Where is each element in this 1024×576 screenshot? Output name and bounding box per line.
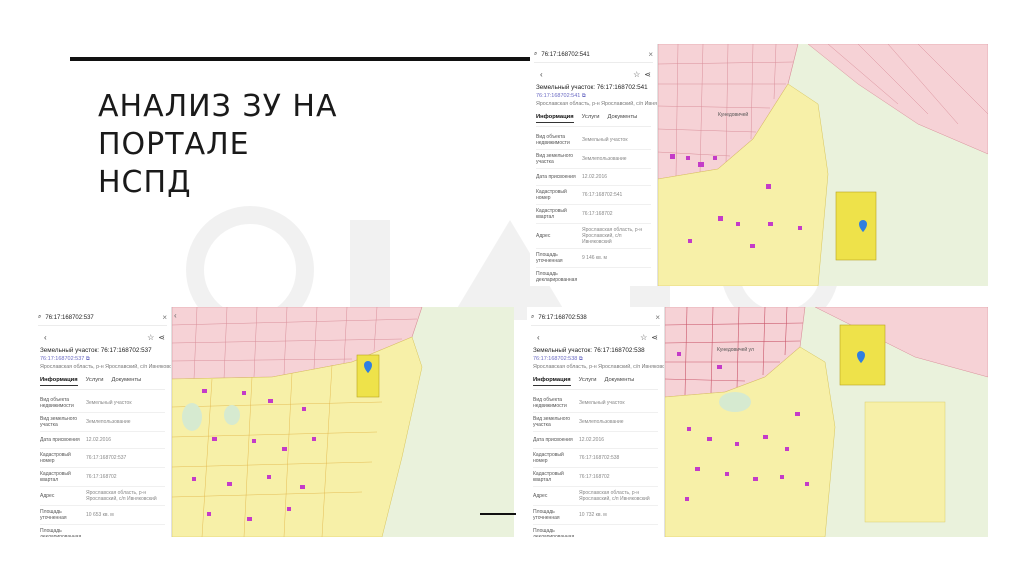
map-canvas[interactable] [172,307,514,537]
share-icon[interactable]: ⋖ [651,333,658,342]
table-row: Дата присвоения 12.02.2016 [536,169,651,186]
chevron-left-icon[interactable]: ‹ [174,311,177,320]
tab-documents[interactable]: Документы [604,377,634,386]
slide-title-line: АНАЛИЗ ЗУ НА [98,89,338,124]
slide-title: АНАЛИЗ ЗУ НА ПОРТАЛЕ НСПД [98,88,428,202]
nspd-screenshot-538: ⌕ 76:17:168702:538 × ‹ ☆ ⋖ Земельный уча… [527,307,988,537]
share-icon[interactable]: ⋖ [158,333,165,342]
table-row: Вид земельного участка Землепользование [533,413,658,432]
table-row: Кадастровый номер 76:17:168702:541 [536,186,651,205]
parcel-number-link[interactable]: 76:17:168702:541 ⧉ [536,93,651,100]
table-row: Кадастровый квартал 76:17:168702 [40,468,165,487]
map-canvas[interactable]: Кунедовичей ул [665,307,988,537]
share-icon[interactable]: ⋖ [644,70,651,79]
attribute-table: Вид объекта недвижимости Земельный участо… [40,394,165,537]
table-row: Вид объекта недвижимости Земельный участо… [533,394,658,413]
search-input[interactable]: 76:17:168702:538 [538,315,651,321]
tab-info[interactable]: Информация [536,114,574,123]
close-icon[interactable]: × [162,313,167,322]
table-row: Вид объекта недвижимости Земельный участо… [40,394,165,413]
panel-toolbar: ‹ ☆ ⋖ [533,330,658,344]
table-row: Кадастровый квартал 76:17:168702 [536,205,651,224]
tab-documents[interactable]: Документы [111,377,141,386]
parcel-info-panel: ⌕ 76:17:168702:537 × ‹ ☆ ⋖ Земельный уча… [34,307,172,537]
parcel-info-panel: ⌕ 76:17:168702:541 × ‹ ☆ ⋖ Земельный уча… [530,44,658,286]
table-row: Адрес Ярославская область, р-н Ярославски… [536,224,651,249]
search-bar[interactable]: ⌕ 76:17:168702:541 × [534,47,653,63]
table-row: Кадастровый номер 76:17:168702:538 [533,449,658,468]
table-row: Площадь декларированная [536,268,651,286]
table-row: Адрес Ярославская область, р-н Ярославски… [533,487,658,506]
cadastral-map[interactable]: Кунедовичей [658,44,988,286]
bottom-rule [480,513,516,515]
search-input[interactable]: 76:17:168702:541 [541,52,644,58]
table-row: Площадь уточненная 9 146 кв. м [536,249,651,268]
table-row: Вид земельного участка Землепользование [40,413,165,432]
parcel-title: Земельный участок: 76:17:168702:538 [533,347,645,354]
tab-info[interactable]: Информация [40,377,78,386]
tab-info[interactable]: Информация [533,377,571,386]
parcel-info-panel: ⌕ 76:17:168702:538 × ‹ ☆ ⋖ Земельный уча… [527,307,665,537]
slide-title-line: ПОРТАЛЕ [98,127,250,162]
copy-icon: ⧉ [581,93,586,99]
panel-tabs: Информация Услуги Документы [533,377,658,390]
parcel-title: Земельный участок: 76:17:168702:537 [40,347,152,354]
panel-tabs: Информация Услуги Документы [536,114,651,127]
svg-text:Кунедовичей ул: Кунедовичей ул [717,346,754,353]
cadastral-map[interactable]: ‹ [172,307,514,537]
chevron-left-icon[interactable]: ‹ [540,70,543,79]
copy-icon: ⧉ [578,356,583,362]
table-row: Вид объекта недвижимости Земельный участо… [536,131,651,150]
attribute-table: Вид объекта недвижимости Земельный участо… [533,394,658,537]
map-canvas[interactable]: Кунедовичей [658,44,988,286]
copy-icon: ⧉ [85,356,90,362]
panel-tabs: Информация Услуги Документы [40,377,165,390]
attribute-table: Вид объекта недвижимости Земельный участо… [536,131,651,286]
search-bar[interactable]: ⌕ 76:17:168702:538 × [531,310,660,326]
table-row: Площадь декларированная [40,525,165,537]
parcel-number-link[interactable]: 76:17:168702:538 ⧉ [533,356,658,363]
parcel-address: Ярославская область, р-н Ярославский, с/… [40,364,172,370]
table-row: Вид земельного участка Землепользование [536,150,651,169]
close-icon[interactable]: × [648,50,653,59]
nspd-screenshot-541: ⌕ 76:17:168702:541 × ‹ ☆ ⋖ Земельный уча… [530,44,988,286]
table-row: Дата присвоения 12.02.2016 [40,432,165,449]
table-row: Кадастровый квартал 76:17:168702 [533,468,658,487]
parcel-address: Ярославская область, р-н Ярославский, с/… [536,101,658,107]
chevron-left-icon[interactable]: ‹ [537,333,540,342]
parcel-title: Земельный участок: 76:17:168702:541 [536,84,648,91]
tab-services[interactable]: Услуги [86,377,104,386]
table-row: Дата присвоения 12.02.2016 [533,432,658,449]
tab-documents[interactable]: Документы [607,114,637,123]
tab-services[interactable]: Услуги [582,114,600,123]
table-row: Кадастровый номер 76:17:168702:537 [40,449,165,468]
chevron-left-icon[interactable]: ‹ [44,333,47,342]
close-icon[interactable]: × [655,313,660,322]
search-input[interactable]: 76:17:168702:537 [45,315,158,321]
panel-toolbar: ‹ ☆ ⋖ [40,330,165,344]
tab-services[interactable]: Услуги [579,377,597,386]
panel-toolbar: ‹ ☆ ⋖ [536,67,651,81]
nspd-screenshot-537: ⌕ 76:17:168702:537 × ‹ ☆ ⋖ Земельный уча… [34,307,514,537]
parcel-number-link[interactable]: 76:17:168702:537 ⧉ [40,356,165,363]
parcel-address: Ярославская область, р-н Ярославский, с/… [533,364,665,370]
search-icon: ⌕ [534,51,538,57]
title-rule [70,57,533,61]
table-row: Площадь уточненная 10 732 кв. м [533,506,658,525]
table-row: Площадь уточненная 10 653 кв. м [40,506,165,525]
star-icon[interactable]: ☆ [633,70,640,79]
search-icon: ⌕ [38,314,42,320]
table-row: Площадь декларированная [533,525,658,537]
search-bar[interactable]: ⌕ 76:17:168702:537 × [38,310,167,326]
slide-title-line: НСПД [98,165,192,200]
table-row: Адрес Ярославская область, р-н Ярославски… [40,487,165,506]
svg-text:Кунедовичей: Кунедовичей [718,111,748,118]
star-icon[interactable]: ☆ [640,333,647,342]
search-icon: ⌕ [531,314,535,320]
cadastral-map[interactable]: Кунедовичей ул [665,307,988,537]
star-icon[interactable]: ☆ [147,333,154,342]
